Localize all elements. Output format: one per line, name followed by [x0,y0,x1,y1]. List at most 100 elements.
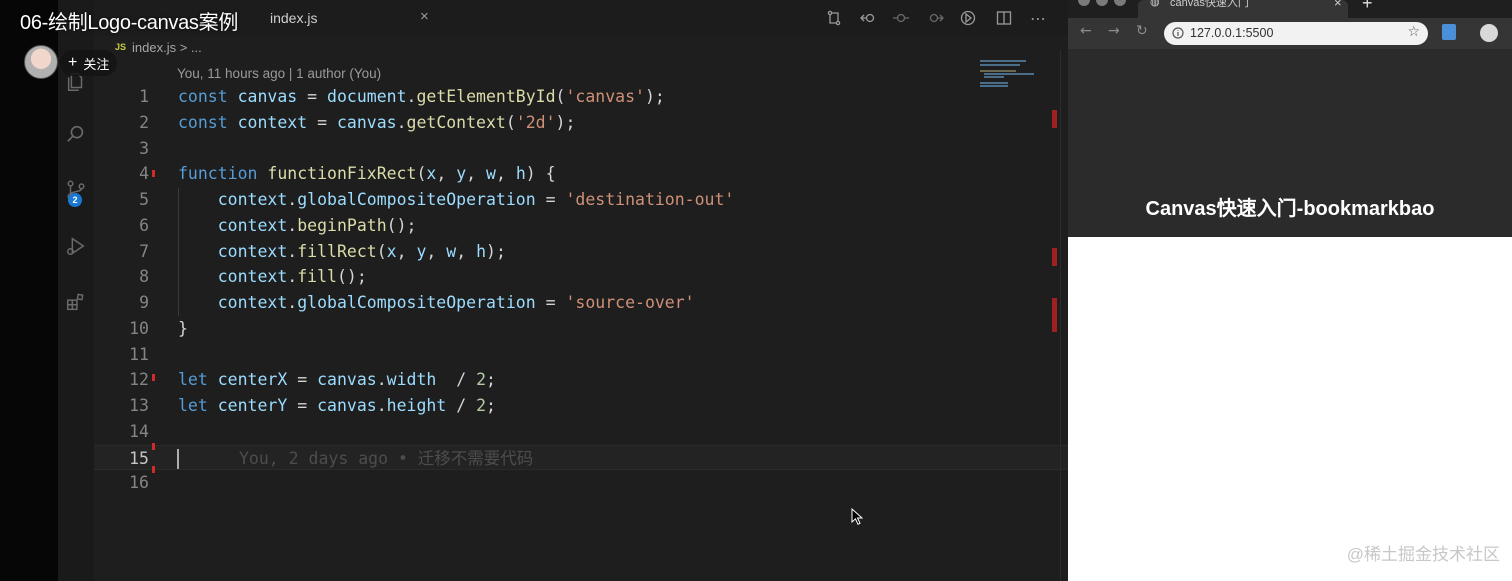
code-token: ); [486,241,506,261]
code-token: context [217,215,288,235]
code-line[interactable]: 5 context.globalCompositeOperation = 'de… [94,187,1068,213]
info-icon[interactable] [1172,27,1184,39]
code-token: canvas [317,396,377,415]
blame-codelens[interactable]: You, 11 hours ago | 1 author (You) [177,66,381,81]
line-number: 13 [129,396,149,415]
line-number: 5 [139,190,149,209]
code-token: ( [555,87,566,106]
line-number: 1 [139,87,149,106]
gutter-change-marker [152,374,155,381]
toggle-blame-icon[interactable] [892,8,910,28]
code-token: canvas [317,370,377,390]
line-number: 16 [129,473,149,493]
code-editor: 2 index.js × ⋯ JS index.js > ... You, 11 … [0,0,1068,581]
code-line[interactable]: 13 let centerY = canvas.height / 2; [94,393,1068,419]
code-token: let [178,370,208,390]
line-number: 10 [129,318,149,338]
code-token: getElementById [416,87,556,106]
breadcrumb-path: index.js > ... [132,40,202,55]
code-token: . [287,190,298,209]
reload-icon[interactable]: ↻ [1136,23,1148,39]
code-token: context [217,190,288,209]
code-line[interactable]: 14 [94,419,1068,445]
code-token: let [178,396,208,415]
profile-avatar[interactable] [1480,24,1498,42]
bookmark-star-icon[interactable]: ☆ [1407,24,1420,40]
minimap[interactable] [978,58,1054,88]
code-token: x [426,164,437,184]
code-token: '2d' [515,112,556,132]
forward-icon[interactable]: → [1108,23,1120,39]
page-heading: Canvas快速入门-bookmarkbao [1145,198,1435,220]
code-line[interactable]: 1 const canvas = document.getElementById(… [94,84,1068,110]
run-debug-icon[interactable] [58,228,94,264]
code-token: / [446,396,477,415]
address-bar[interactable]: 127.0.0.1:5500 ☆ [1164,22,1428,45]
code-token: ( [505,112,516,132]
code-token: context [237,112,308,132]
line-number: 11 [129,344,149,364]
code-line[interactable]: 2 const context = canvas.getContext('2d')… [94,110,1068,136]
code-token: 'source-over' [565,293,695,312]
line-number: 12 [129,370,149,390]
code-line[interactable]: 12 let centerX = canvas.width / 2; [94,367,1068,393]
close-window-icon[interactable] [1078,0,1090,6]
code-line[interactable]: 6 context.beginPath(); [94,213,1068,239]
avatar[interactable] [24,45,58,79]
code-token: . [287,267,298,287]
line-number: 6 [139,215,149,235]
browser-window: ◍ canvas快速入门 × + ← → ↻ 127.0.0.1:5500 ☆ … [1068,0,1512,581]
scrollbar-track[interactable] [1060,50,1061,581]
code-text: const canvas = document.getElementById('… [178,84,665,110]
code-line[interactable]: 16 [94,470,1068,496]
code-area[interactable]: 1 const canvas = document.getElementById(… [94,84,1068,496]
extensions-icon[interactable] [58,284,94,320]
code-line[interactable]: 15 You, 2 days ago • 迁移不需要代码 [94,444,1068,471]
code-line[interactable]: 9 context.globalCompositeOperation = 'so… [94,290,1068,316]
code-token: y [456,164,467,184]
code-token: , [466,164,486,184]
browser-tab[interactable]: ◍ canvas快速入门 × [1138,0,1348,18]
next-change-icon[interactable] [926,8,944,28]
code-token: h [515,164,526,184]
line-number: 8 [139,267,149,287]
code-token: , [436,164,457,184]
code-line[interactable]: 3 [94,136,1068,162]
code-line[interactable]: 7 context.fillRect(x, y, w, h); [94,239,1068,265]
open-changes-icon[interactable] [826,8,842,28]
gutter-change-marker [152,443,155,450]
browser-tab-title: canvas快速入门 [1170,0,1249,9]
tab-bar: index.js × ⋯ [94,0,1068,36]
download-icon[interactable] [1442,24,1456,40]
minimize-window-icon[interactable] [1096,0,1108,6]
code-line[interactable]: 11 [94,342,1068,368]
code-token: ( [376,241,387,261]
code-text: } [178,316,188,342]
code-token: 2 [476,396,487,415]
tab-filename[interactable]: index.js [270,10,317,26]
preview-icon[interactable] [960,8,976,28]
new-tab-button[interactable]: + [1362,0,1373,14]
maximize-window-icon[interactable] [1114,0,1126,6]
more-actions-icon[interactable]: ⋯ [1030,8,1046,28]
code-line[interactable]: 4 function functionFixRect(x, y, w, h) { [94,161,1068,187]
code-line[interactable]: 10} [94,316,1068,342]
tab-close-icon[interactable]: × [420,8,429,25]
follow-button[interactable]: + 关注 [60,50,118,76]
previous-change-icon[interactable] [860,8,878,28]
code-token: = [307,112,337,132]
code-token: fillRect [297,241,377,261]
split-editor-icon[interactable] [996,8,1012,28]
breadcrumb[interactable]: JS index.js > ... [115,40,202,55]
code-token: w [486,164,496,184]
page-header-area: Canvas快速入门-bookmarkbao [1068,49,1512,237]
code-line[interactable]: 8 context.fill(); [94,264,1068,290]
code-token: ; [486,396,496,415]
browser-tab-close-icon[interactable]: × [1334,0,1342,10]
search-icon[interactable] [58,116,94,152]
code-token: 'destination-out' [565,190,735,209]
code-text: context.globalCompositeOperation = 'dest… [178,187,735,213]
mouse-pointer-icon [851,507,864,530]
code-token: y [416,241,427,261]
back-icon[interactable]: ← [1080,23,1092,39]
